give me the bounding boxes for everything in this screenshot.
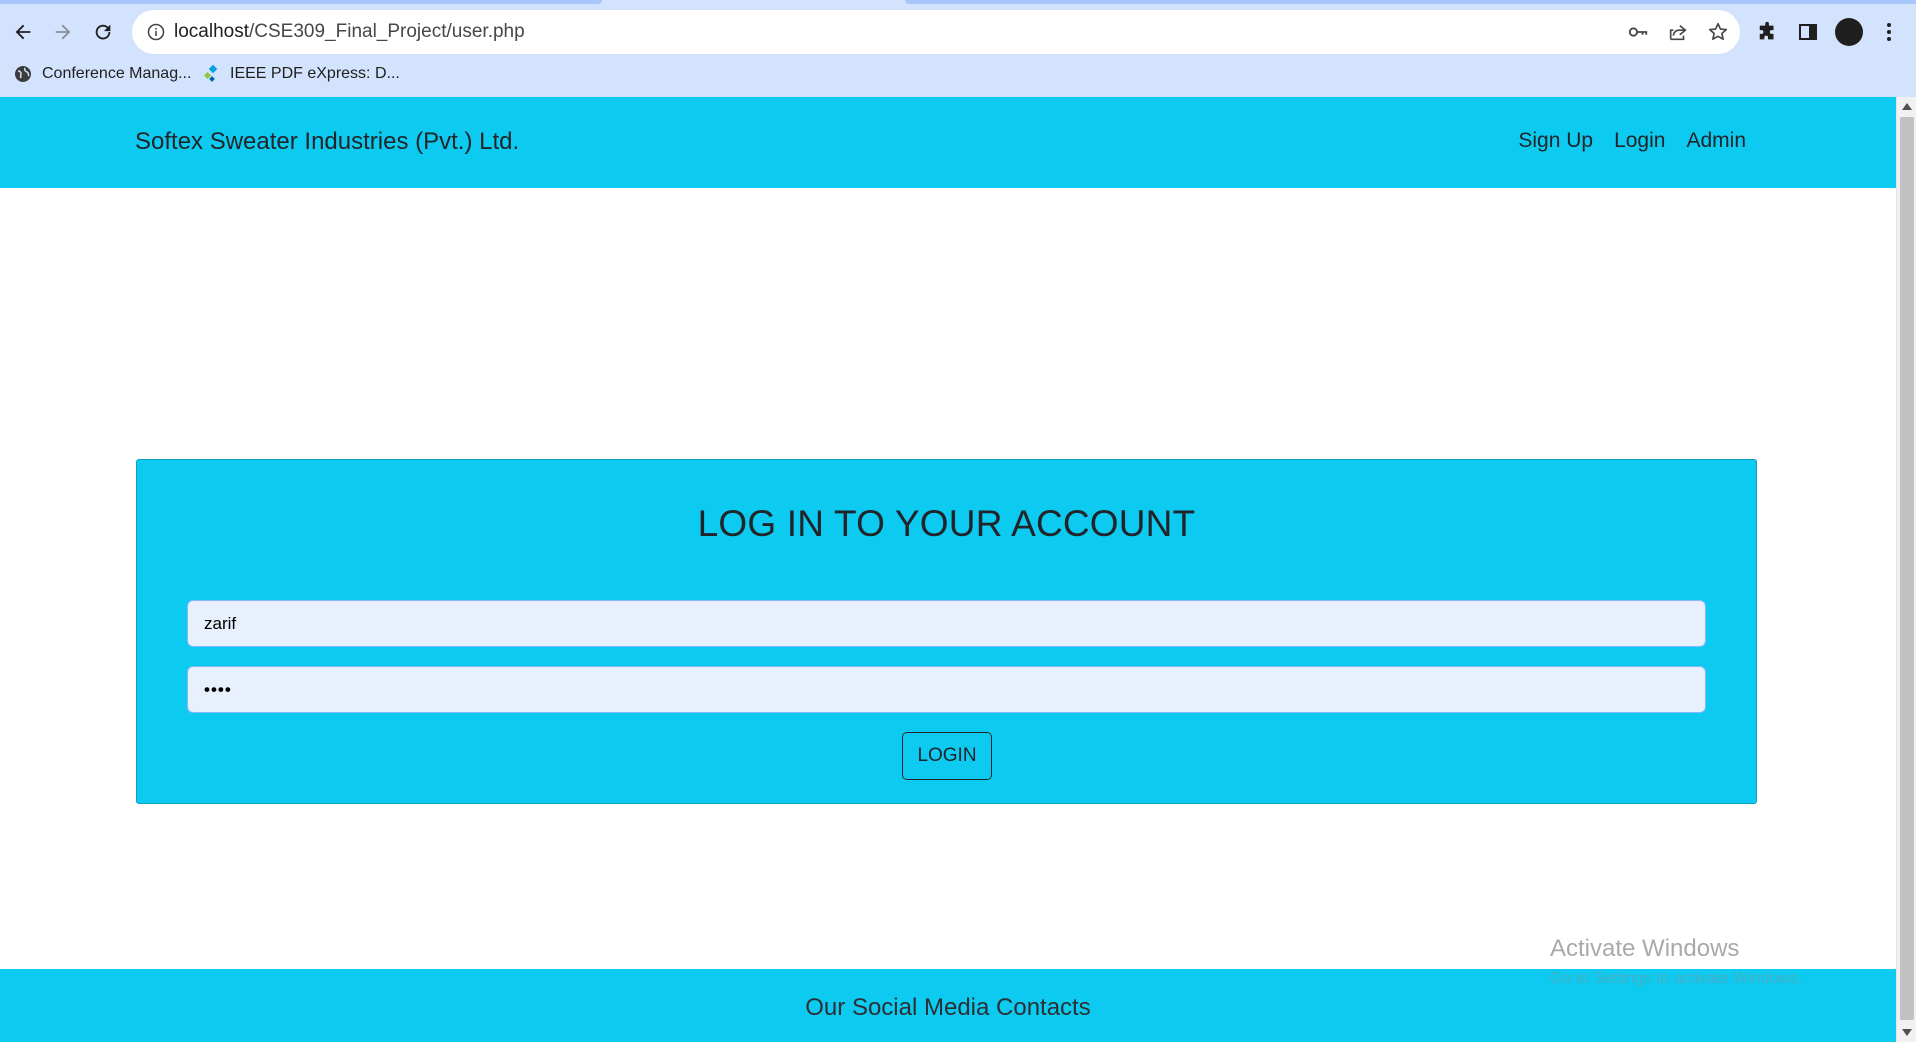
tab-strip <box>0 0 1916 10</box>
arrow-right-icon <box>55 24 71 40</box>
puzzle-icon <box>1759 21 1774 40</box>
bookmark-label: Conference Manag... <box>42 65 192 82</box>
bookmark-star-icon[interactable] <box>1706 20 1730 44</box>
page-viewport: Softex Sweater Industries (Pvt.) Ltd. Si… <box>0 97 1896 1042</box>
nav-sign-up[interactable]: Sign Up <box>1518 129 1593 153</box>
profile-button[interactable] <box>1835 18 1863 46</box>
watermark-title: Activate Windows <box>1550 935 1740 962</box>
side-panel-button[interactable] <box>1794 18 1822 46</box>
avatar <box>1835 18 1863 46</box>
nav-login[interactable]: Login <box>1614 129 1665 153</box>
url-path: /CSE309_Final_Project/user.php <box>249 21 525 42</box>
windows-activation-watermark: Activate Windows Go to Settings to activ… <box>1550 935 1803 988</box>
bookmark-item[interactable]: IEEE PDF eXpress: D... <box>202 62 400 86</box>
scroll-thumb[interactable] <box>1900 117 1914 1020</box>
site-info-icon[interactable] <box>146 22 166 42</box>
browser-toolbar: localhost/CSE309_Final_Project/user.php <box>0 10 1916 54</box>
ieee-icon <box>203 65 218 82</box>
bookmark-item[interactable]: Conference Manag... <box>14 62 191 86</box>
arrow-left-icon <box>15 24 31 40</box>
bookmarks-bar: Conference Manag... IEEE PDF eXpress: D.… <box>0 58 1916 90</box>
address-bar[interactable]: localhost/CSE309_Final_Project/user.php <box>132 10 1740 54</box>
site-navbar: Softex Sweater Industries (Pvt.) Ltd. Si… <box>0 97 1896 188</box>
side-panel-icon <box>1799 24 1817 40</box>
url-host: localhost <box>174 21 249 42</box>
password-field[interactable]: •••• <box>187 666 1706 713</box>
tab-left[interactable] <box>0 0 602 4</box>
watermark-subtitle: Go to Settings to activate Windows. <box>1550 970 1803 987</box>
forward-button[interactable] <box>47 16 79 48</box>
more-vert-icon <box>1887 23 1891 41</box>
site-brand[interactable]: Softex Sweater Industries (Pvt.) Ltd. <box>135 128 519 156</box>
url-text[interactable]: localhost/CSE309_Final_Project/user.php <box>174 21 525 43</box>
browser-chrome: localhost/CSE309_Final_Project/user.php <box>0 0 1916 97</box>
username-field[interactable]: zarif <box>187 600 1706 647</box>
back-button[interactable] <box>7 16 39 48</box>
reload-icon <box>95 24 111 40</box>
login-title: LOG IN TO YOUR ACCOUNT <box>697 503 1196 544</box>
key-icon[interactable] <box>1626 20 1650 44</box>
browser-menu-button[interactable] <box>1875 18 1903 46</box>
tab-right[interactable] <box>905 0 1916 4</box>
reload-button[interactable] <box>87 16 119 48</box>
share-icon[interactable] <box>1666 20 1690 44</box>
bookmark-label: IEEE PDF eXpress: D... <box>230 65 400 82</box>
scroll-up-arrow[interactable] <box>1902 103 1912 110</box>
page-scrollbar[interactable] <box>1896 97 1916 1042</box>
nav-admin[interactable]: Admin <box>1686 129 1746 153</box>
globe-icon <box>15 66 31 82</box>
nav-links: Sign Up Login Admin <box>1518 129 1746 153</box>
scroll-down-arrow[interactable] <box>1902 1029 1912 1036</box>
extensions-button[interactable] <box>1754 18 1782 46</box>
login-card: LOG IN TO YOUR ACCOUNT zarif •••• LOGIN <box>136 459 1757 804</box>
footer-title: Our Social Media Contacts <box>805 994 1091 1021</box>
login-button[interactable]: LOGIN <box>902 732 992 780</box>
